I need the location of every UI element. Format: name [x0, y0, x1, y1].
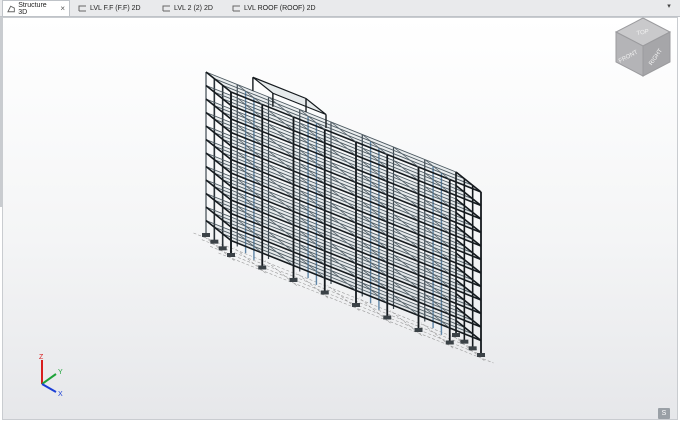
footing — [218, 246, 227, 251]
tab-label: LVL ROOF (ROOF) 2D — [244, 4, 316, 12]
x-axis-line — [41, 383, 57, 393]
footing — [352, 303, 360, 307]
footing — [414, 328, 423, 332]
plan-view-icon — [162, 5, 170, 12]
tab-label: LVL F.F (F.F) 2D — [90, 4, 141, 12]
snap-status-button[interactable]: S — [658, 408, 670, 419]
view-tab-bar: Structure 3D × LVL F.F (F.F) 2D LVL 2 (2… — [0, 0, 680, 17]
footing — [289, 278, 298, 282]
footing — [383, 315, 392, 320]
viewcube[interactable]: TOP FRONT RIGHT — [612, 16, 674, 78]
footing — [227, 253, 235, 257]
x-axis-label: X — [58, 391, 63, 398]
close-icon[interactable]: × — [60, 4, 65, 13]
footing — [202, 232, 211, 237]
footing — [468, 346, 477, 351]
plan-view-icon — [78, 5, 86, 12]
footing — [445, 340, 454, 345]
view-3d-icon — [7, 5, 15, 12]
y-axis-label: Y — [58, 369, 63, 376]
structure-3d-window: Structure 3D × LVL F.F (F.F) 2D LVL 2 (2… — [0, 0, 680, 422]
tab-structure-3d[interactable]: Structure 3D × — [2, 0, 70, 16]
tab-lvl-ff[interactable]: LVL F.F (F.F) 2D — [74, 1, 158, 15]
structure-model — [193, 71, 494, 364]
tab-label: Structure 3D — [18, 1, 47, 16]
3d-viewport[interactable] — [2, 17, 678, 420]
plan-view-icon — [232, 5, 240, 12]
footing — [320, 290, 329, 295]
footing — [452, 332, 461, 337]
tab-label: LVL 2 (2) 2D — [174, 4, 213, 12]
tab-lvl-roof[interactable]: LVL ROOF (ROOF) 2D — [228, 1, 328, 15]
z-axis-label: Z — [39, 354, 44, 361]
y-axis-line — [41, 373, 57, 385]
tabs-dropdown-button[interactable]: ▾ — [664, 2, 674, 12]
footing — [477, 353, 485, 357]
footing — [210, 239, 219, 244]
tab-lvl-2[interactable]: LVL 2 (2) 2D — [158, 1, 226, 15]
axis-triad: Z Y X — [39, 354, 63, 398]
footing — [460, 339, 469, 344]
footing — [258, 265, 267, 270]
